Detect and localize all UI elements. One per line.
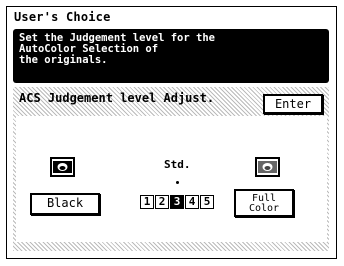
full-color-button[interactable]: Full Color — [234, 189, 294, 217]
level-3[interactable]: 3 — [170, 195, 184, 209]
level-2[interactable]: 2 — [155, 195, 169, 209]
adjustment-panel — [16, 116, 327, 242]
level-1[interactable]: 1 — [140, 195, 154, 209]
full-color-original-icon — [255, 157, 280, 177]
black-original-icon — [50, 157, 75, 177]
standard-label: Std. — [164, 158, 191, 171]
black-button[interactable]: Black — [30, 193, 100, 215]
level-selector: 1 2 3 4 5 — [140, 195, 214, 209]
level-4[interactable]: 4 — [185, 195, 199, 209]
window-title: User's Choice — [14, 10, 111, 24]
level-5[interactable]: 5 — [200, 195, 214, 209]
enter-button[interactable]: Enter — [263, 94, 323, 114]
standard-marker — [176, 181, 179, 184]
full-color-label: Full Color — [248, 193, 280, 214]
message-box: Set the Judgement level for the AutoColo… — [13, 29, 329, 83]
